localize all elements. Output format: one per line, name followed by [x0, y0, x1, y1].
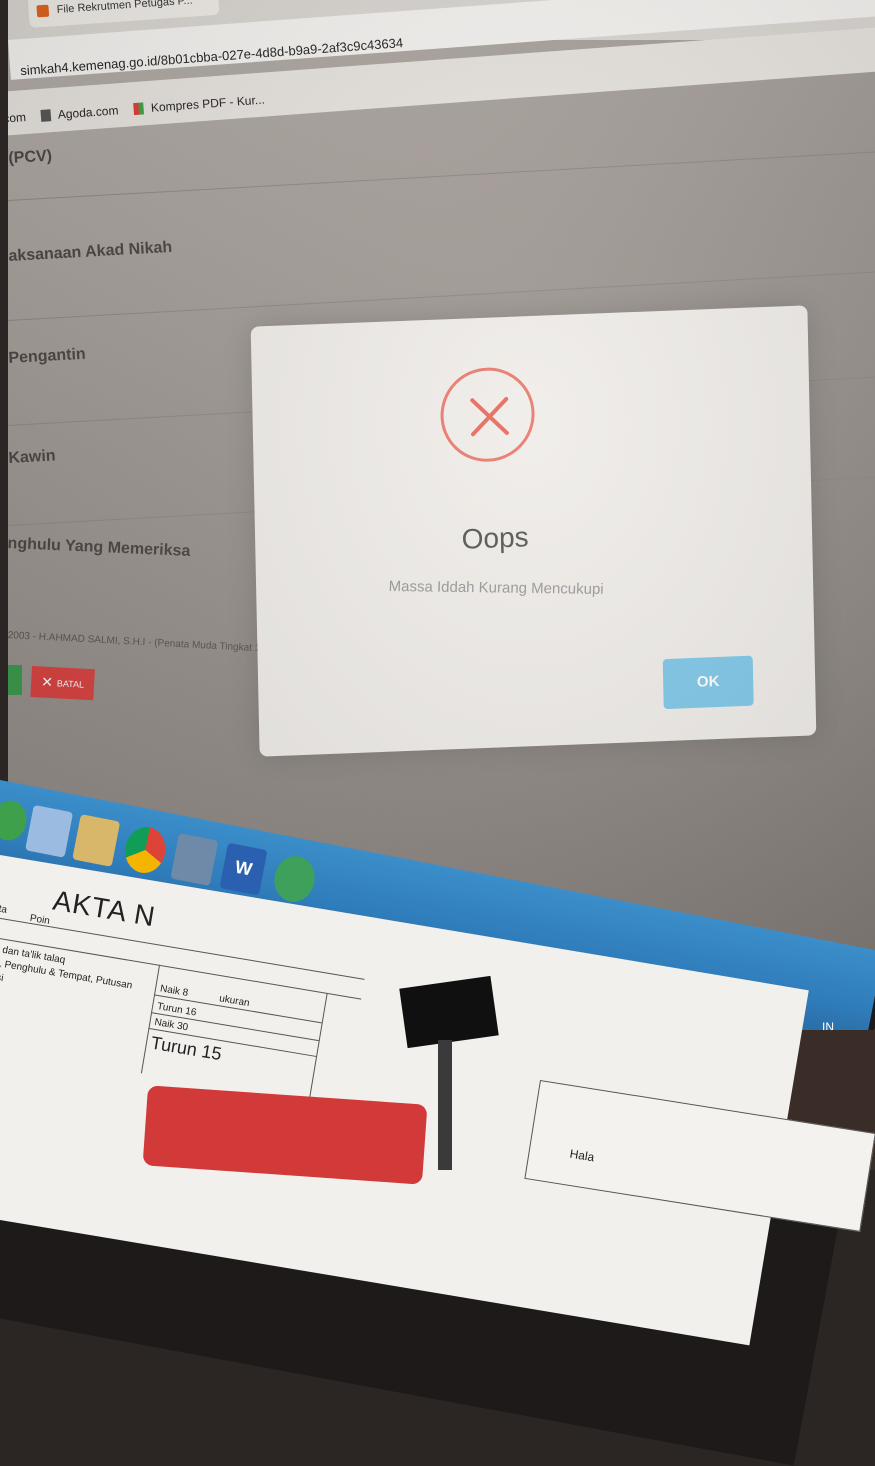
word-icon[interactable]: W [219, 842, 268, 896]
black-tape [399, 975, 499, 1049]
browser-icon[interactable] [25, 804, 74, 858]
modal-title: Oops [461, 521, 529, 555]
paper-text: orasi [0, 969, 5, 985]
cable [438, 1040, 452, 1170]
ok-button[interactable]: OK [662, 655, 754, 710]
save-button[interactable] [8, 665, 22, 695]
bookmark-item[interactable]: Agoda.com [40, 103, 119, 123]
paper-title: AKTA N [50, 884, 158, 933]
cancel-button-label: BATAL [56, 678, 85, 690]
bookmark-label: Agoda.com [57, 103, 119, 122]
bookmark-label: .com [8, 110, 27, 126]
paper-text: Turun 15 [149, 1032, 224, 1065]
chrome-icon[interactable] [121, 823, 170, 877]
error-modal: Oops Massa Iddah Kurang Mencukupi OK [250, 305, 817, 757]
close-icon: ✕ [40, 673, 54, 691]
paper-text: Hala [568, 1146, 596, 1165]
app-green-icon[interactable] [270, 852, 319, 906]
paper-text: Poin [29, 912, 51, 928]
bookmark-item[interactable]: .com [8, 110, 26, 126]
paper-text: & 2, Penghulu & Tempat, Putusan [0, 956, 134, 992]
section-heading: aksanaan Akad Nikah [8, 238, 173, 265]
tab-title: File Rekrutmen Petugas P... [56, 0, 194, 17]
scanner-icon[interactable] [170, 833, 219, 886]
bookmark-label: Kompres PDF - Kur... [150, 92, 266, 115]
page-icon [40, 109, 52, 122]
kompres-icon [133, 102, 145, 116]
paper-text: ata [0, 902, 8, 916]
bookmark-item[interactable]: Kompres PDF - Kur... [133, 93, 265, 117]
modal-message: Massa Iddah Kurang Mencukupi [388, 577, 604, 598]
start-icon[interactable] [0, 797, 30, 844]
folder-icon[interactable] [72, 814, 121, 867]
officer-info: 2003 - H.AHMAD SALMI, S.H.I - (Penata Mu… [8, 630, 264, 655]
cancel-button[interactable]: ✕ BATAL [30, 666, 95, 701]
browser-tab[interactable]: File Rekrutmen Petugas P... [28, 0, 220, 28]
tab-favicon-icon [36, 4, 50, 18]
error-x-icon [439, 365, 536, 464]
